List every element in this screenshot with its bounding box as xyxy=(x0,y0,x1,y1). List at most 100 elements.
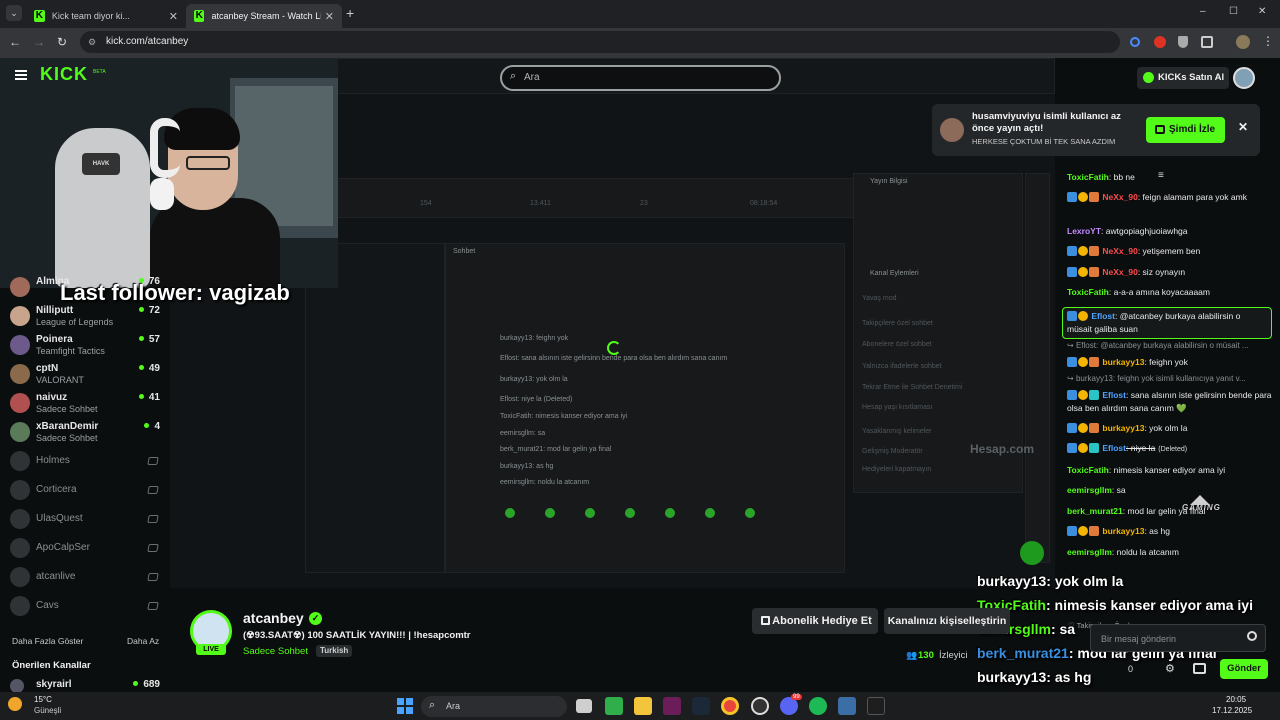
chat-username[interactable]: ToxicFatih xyxy=(1067,465,1109,475)
tab-kick-team[interactable]: K Kick team diyor ki... ✕ xyxy=(26,4,186,28)
extensions-puzzle-icon[interactable] xyxy=(1201,36,1213,48)
emoji-picker-icon[interactable] xyxy=(1247,631,1257,641)
forward-icon[interactable]: → xyxy=(33,35,45,49)
chat-username[interactable]: Eflost xyxy=(1102,390,1126,400)
taskbar-date[interactable]: 17.12.2025 xyxy=(1212,706,1252,715)
tab-close-icon[interactable]: ✕ xyxy=(169,10,178,23)
chat-message[interactable]: NeXx_90: feign alamam para yok amk xyxy=(1067,191,1275,204)
chat-message[interactable]: NeXx_90: siz oynayın xyxy=(1067,266,1275,279)
sidebar-channel-item[interactable]: Cavs xyxy=(10,593,160,621)
show-more-link[interactable]: Daha Fazla Göster xyxy=(12,636,83,646)
obs-icon[interactable] xyxy=(751,697,769,715)
kicks-gift-icon[interactable] xyxy=(1193,663,1206,674)
notification-close-icon[interactable]: ✕ xyxy=(1238,120,1248,134)
spotify-icon[interactable] xyxy=(809,697,827,715)
app-icon-2[interactable] xyxy=(838,697,856,715)
tab-search-button[interactable]: ⌄ xyxy=(6,5,22,21)
kicks-buy-button[interactable]: KICKs Satın Al xyxy=(1137,67,1229,89)
chat-reply-context[interactable]: ↪ burkayy13: feighn yok isimli kullanıcı… xyxy=(1067,374,1246,383)
chat-message[interactable]: burkayy13: as hg xyxy=(1067,525,1275,538)
chat-message[interactable]: Eflost: sana alsının iste gelirsinn bend… xyxy=(1067,389,1275,415)
extension-translate-icon[interactable] xyxy=(1130,37,1140,47)
sidebar-channel-item[interactable]: UlasQuest xyxy=(10,506,160,534)
extension-shield-icon[interactable] xyxy=(1178,36,1188,48)
chat-message[interactable]: eemirsgllm: sa xyxy=(1067,484,1275,497)
browser-menu-icon[interactable]: ⋮ xyxy=(1262,34,1274,48)
kick-logo[interactable]: KICK xyxy=(40,64,88,85)
channel-name[interactable]: atcanbey xyxy=(243,610,304,626)
chat-message[interactable]: burkayy13: yok olm la xyxy=(1067,422,1275,435)
windows-start-icon[interactable] xyxy=(397,698,413,714)
customize-channel-button[interactable]: Kanalınızı kişiselleştirin xyxy=(884,608,1010,634)
new-tab-button[interactable]: + xyxy=(346,5,354,21)
profile-avatar-icon[interactable] xyxy=(1236,35,1250,49)
app-icon[interactable] xyxy=(663,697,681,715)
terminal-icon[interactable] xyxy=(867,697,885,715)
chat-message[interactable]: ToxicFatih: nimesis kanser ediyor ama iy… xyxy=(1067,464,1275,477)
chat-settings-icon[interactable]: ⚙ xyxy=(1165,662,1175,675)
sidebar-channel-item[interactable]: ApoCalpSer xyxy=(10,535,160,563)
chat-username[interactable]: NeXx_90 xyxy=(1102,192,1137,202)
chat-reply-context[interactable]: ↪ Eflost: @atcanbey burkaya alabilirsin … xyxy=(1067,341,1249,350)
sidebar-channel-item[interactable]: Poinera Teamfight Tactics 57 xyxy=(10,332,160,360)
chat-username[interactable]: Eflost xyxy=(1102,443,1126,453)
chat-message[interactable]: eemirsgllm: noldu la atcanım xyxy=(1067,546,1275,559)
sidebar-channel-item[interactable]: Holmes xyxy=(10,448,160,476)
stream-category-link[interactable]: Sadece Sohbet xyxy=(243,646,308,657)
language-tag[interactable]: Turkish xyxy=(316,645,353,657)
recommended-channel-item[interactable]: skyrairl 689 xyxy=(10,679,160,692)
chat-username[interactable]: berk_murat21 xyxy=(1067,506,1123,516)
chat-message[interactable]: LexroYT: awtgopiaghjuoiawhga xyxy=(1067,225,1275,238)
steam-icon[interactable] xyxy=(692,697,710,715)
chat-username[interactable]: eemirsgllm xyxy=(1067,547,1112,557)
chat-username[interactable]: Eflost xyxy=(1091,311,1115,321)
sidebar-channel-item[interactable]: Corticera xyxy=(10,477,160,505)
watch-now-button[interactable]: Şimdi İzle xyxy=(1146,117,1225,143)
tab-close-icon[interactable]: ✕ xyxy=(325,10,334,23)
sidebar-channel-item[interactable]: atcanlive xyxy=(10,564,160,592)
chat-message[interactable]: NeXx_90: yetişemem ben xyxy=(1067,245,1275,258)
maximize-button[interactable]: ☐ xyxy=(1229,6,1238,17)
file-explorer-icon[interactable] xyxy=(634,697,652,715)
search-input[interactable]: ⌕ Ara xyxy=(500,65,781,91)
chrome-icon[interactable] xyxy=(721,697,739,715)
close-window-button[interactable]: ✕ xyxy=(1258,6,1266,17)
chat-message[interactable]: berk_murat21: mod lar gelin ya final xyxy=(1067,505,1275,518)
minimize-button[interactable]: – xyxy=(1200,6,1206,17)
address-bar[interactable]: ⚙ kick.com/atcanbey xyxy=(80,31,1120,53)
chat-username[interactable]: NeXx_90 xyxy=(1102,267,1137,277)
chat-username[interactable]: burkayy13 xyxy=(1102,423,1144,433)
taskbar-search-input[interactable]: ⌕ Ara xyxy=(421,696,567,717)
site-info-icon[interactable]: ⚙ xyxy=(88,31,96,53)
chat-message[interactable]: ToxicFatih: a-a-a amına koyacaaaam xyxy=(1067,286,1275,299)
sidebar-channel-item[interactable]: naivuz Sadece Sohbet 41 xyxy=(10,390,160,418)
sidebar-channel-item[interactable]: Nilliputt League of Legends 72 xyxy=(10,303,160,331)
extension-record-icon[interactable] xyxy=(1154,36,1166,48)
chat-username[interactable]: NeXx_90 xyxy=(1102,246,1137,256)
minecraft-icon[interactable] xyxy=(605,697,623,715)
chat-message[interactable]: Eflost: niye la (Deleted) xyxy=(1067,442,1275,456)
chat-username[interactable]: ToxicFatih xyxy=(1067,287,1109,297)
chat-message[interactable]: ToxicFatih: bb ne xyxy=(1067,171,1275,184)
chat-username[interactable]: eemirsgllm xyxy=(1067,485,1112,495)
sidebar-channel-item[interactable]: xBaranDemir Sadece Sohbet 4 xyxy=(10,419,160,447)
chat-message-input[interactable]: Bir mesaj gönderin xyxy=(1090,624,1266,652)
task-view-icon[interactable] xyxy=(576,699,592,713)
tab-atcanbey-stream[interactable]: K atcanbey Stream - Watch Live o... ✕ xyxy=(186,4,342,28)
reload-icon[interactable]: ↻ xyxy=(57,35,67,49)
gift-subscription-button[interactable]: Abonelik Hediye Et xyxy=(752,608,878,634)
send-button[interactable]: Gönder xyxy=(1220,659,1268,679)
user-avatar[interactable] xyxy=(1233,67,1255,89)
sidebar-channel-item[interactable]: cptN VALORANT 49 xyxy=(10,361,160,389)
chat-username[interactable]: burkayy13 xyxy=(1102,526,1144,536)
taskbar-time[interactable]: 20:05 xyxy=(1226,695,1246,704)
show-less-link[interactable]: Daha Az xyxy=(127,636,159,646)
chat-message[interactable]: burkayy13: feighn yok xyxy=(1067,356,1275,369)
chat-message[interactable]: Eflost: @atcanbey burkaya alabilirsin o … xyxy=(1062,307,1272,339)
chat-username[interactable]: burkayy13 xyxy=(1102,357,1144,367)
chat-username[interactable]: LexroYT xyxy=(1067,226,1101,236)
weather-temp[interactable]: 15°C xyxy=(34,695,52,704)
sidebar-toggle-icon[interactable] xyxy=(15,70,27,80)
chat-username[interactable]: ToxicFatih xyxy=(1067,172,1109,182)
back-icon[interactable]: ← xyxy=(9,35,21,49)
